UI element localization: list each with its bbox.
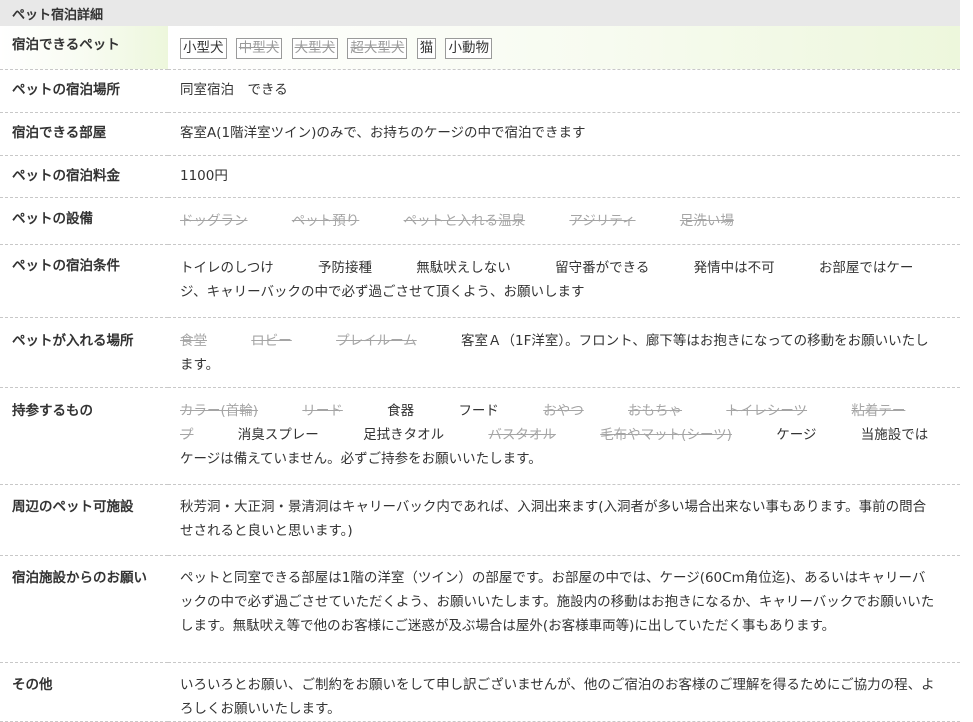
list-item: 留守番ができる [555, 259, 650, 276]
list-item: トイレのしつけ [180, 259, 274, 276]
other-value: いろいろとお願い、ご制約をお願いをして申し訳ございませんが、他のご宿泊のお客様の… [168, 662, 960, 722]
label-facility-request: 宿泊施設からのお願い [0, 555, 168, 663]
list-item: ロビー [251, 332, 292, 349]
list-item: 無駄吠えしない [416, 259, 511, 276]
label-allowed-pets: 宿泊できるペット [0, 26, 168, 70]
note-text: お部屋ではケージ、キャリーバックの中で必ず過ごさせて頂くよう、お願いします [180, 259, 914, 300]
row-stay-fee: ペットの宿泊料金 1100円 [0, 155, 960, 198]
row-allowed-pets: 宿泊できるペット 小型犬 中型犬 大型犬 超大型犬 猫 小動物 [0, 26, 960, 70]
list-item: ペット預り [291, 212, 360, 229]
label-conditions: ペットの宿泊条件 [0, 244, 168, 318]
list-item: 足拭きタオル [363, 426, 445, 443]
list-item: 発情中は不可 [693, 259, 775, 276]
list-item: 客室Ａ（1F洋室） [461, 332, 566, 349]
conditions-list: トイレのしつけ 予防接種 無駄吠えしない 留守番ができる 発情中は不可 お部屋で… [168, 244, 960, 318]
list-item: おやつ [543, 402, 584, 419]
list-item: 消臭スプレー [237, 426, 319, 443]
list-item: フード [458, 402, 499, 419]
list-item: アジリティ [569, 212, 636, 229]
row-items-to-bring: 持参するもの カラー(首輪) リード 食器 フード おやつ おもちゃ トイレシー… [0, 387, 960, 485]
label-other: その他 [0, 662, 168, 722]
list-item: 予防接種 [318, 259, 372, 276]
label-stay-room: 宿泊できる部屋 [0, 112, 168, 156]
items-to-bring-list: カラー(首輪) リード 食器 フード おやつ おもちゃ トイレシーツ 粘着テープ… [168, 387, 960, 485]
facilities-list: ドッグラン ペット預り ペットと入れる温泉 アジリティ 足洗い場 [168, 197, 960, 245]
list-item: リード [302, 402, 343, 419]
list-item: カラー(首輪) [180, 402, 259, 419]
list-item: おもちゃ [628, 402, 683, 419]
row-stay-room: 宿泊できる部屋 客室A(1階洋室ツイン)のみで、お持ちのケージの中で宿泊できます [0, 112, 960, 156]
list-item: ペットと入れる温泉 [403, 212, 526, 229]
label-nearby-facilities: 周辺のペット可施設 [0, 484, 168, 556]
row-other: その他 いろいろとお願い、ご制約をお願いをして申し訳ございませんが、他のご宿泊の… [0, 662, 960, 722]
nearby-facilities-value: 秋芳洞・大正洞・景清洞はキャリーバック内であれば、入洞出来ます(入洞者が多い場合… [168, 484, 960, 556]
stay-room-value: 客室A(1階洋室ツイン)のみで、お持ちのケージの中で宿泊できます [168, 112, 960, 156]
pet-tag: 中型犬 [235, 38, 283, 59]
label-stay-fee: ペットの宿泊料金 [0, 155, 168, 198]
list-item: バスタオル [488, 426, 556, 443]
label-items-to-bring: 持参するもの [0, 387, 168, 485]
list-item: 足洗い場 [679, 212, 734, 229]
list-item: トイレシーツ [726, 402, 808, 419]
list-item: ドッグラン [180, 212, 248, 229]
allowed-pets-tags: 小型犬 中型犬 大型犬 超大型犬 猫 小動物 [168, 26, 960, 70]
row-stay-place: ペットの宿泊場所 同室宿泊 できる [0, 69, 960, 113]
allowed-areas-list: 食堂 ロビー プレイルーム 客室Ａ（1F洋室）。フロント、廊下等はお抱きになって… [168, 317, 960, 388]
label-allowed-areas: ペットが入れる場所 [0, 317, 168, 388]
row-facility-request: 宿泊施設からのお願い ペットと同室できる部屋は1階の洋室（ツイン）の部屋です。お… [0, 555, 960, 663]
list-item: プレイルーム [336, 332, 417, 349]
pet-details-table: 宿泊できるペット 小型犬 中型犬 大型犬 超大型犬 猫 小動物 ペットの宿泊場所… [0, 26, 960, 722]
list-item: 毛布やマット(シーツ) [600, 426, 732, 443]
list-item: 食堂 [180, 332, 207, 349]
stay-fee-value: 1100円 [168, 155, 960, 198]
facility-request-value: ペットと同室できる部屋は1階の洋室（ツイン）の部屋です。お部屋の中では、ケージ(… [168, 555, 960, 663]
pet-tag: 超大型犬 [347, 38, 408, 59]
section-title: ペット宿泊詳細 [0, 0, 960, 26]
row-conditions: ペットの宿泊条件 トイレのしつけ 予防接種 無駄吠えしない 留守番ができる 発情… [0, 244, 960, 318]
pet-tag: 小動物 [445, 38, 492, 59]
row-nearby-facilities: 周辺のペット可施設 秋芳洞・大正洞・景清洞はキャリーバック内であれば、入洞出来ま… [0, 484, 960, 556]
pet-tag: 大型犬 [291, 38, 339, 59]
pet-tag: 小型犬 [180, 38, 227, 59]
stay-place-value: 同室宿泊 できる [168, 69, 960, 113]
row-allowed-areas: ペットが入れる場所 食堂 ロビー プレイルーム 客室Ａ（1F洋室）。フロント、廊… [0, 317, 960, 388]
row-facilities: ペットの設備 ドッグラン ペット預り ペットと入れる温泉 アジリティ 足洗い場 [0, 197, 960, 245]
list-item: 食器 [387, 402, 415, 419]
label-stay-place: ペットの宿泊場所 [0, 69, 168, 113]
label-facilities: ペットの設備 [0, 197, 168, 245]
list-item: ケージ [776, 426, 817, 443]
pet-tag: 猫 [416, 38, 437, 59]
